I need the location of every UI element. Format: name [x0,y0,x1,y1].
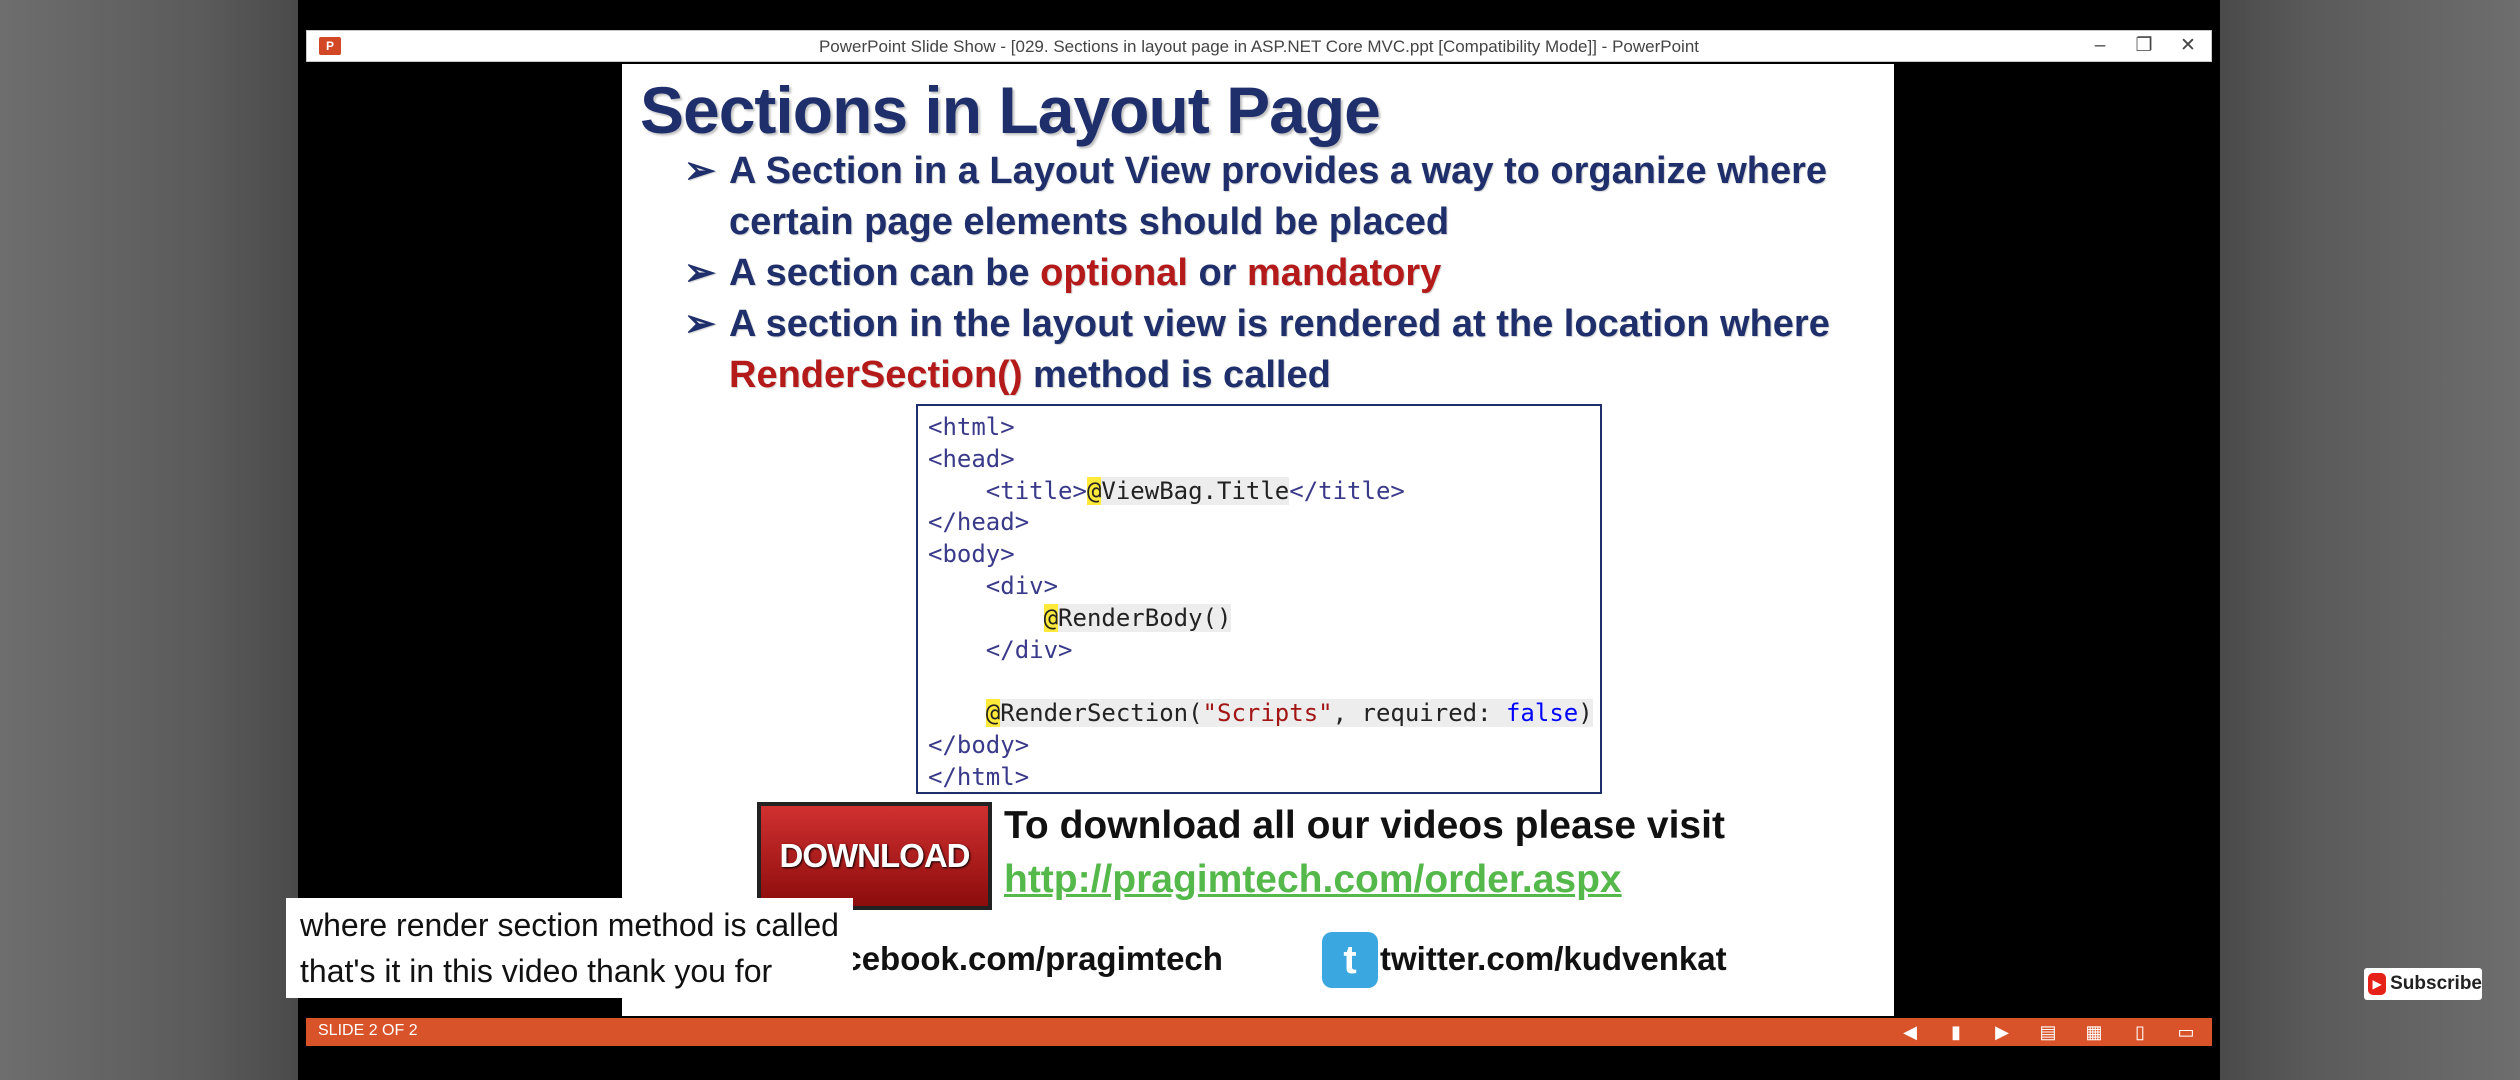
slide-sorter-icon[interactable]: ▮ [1944,1020,1968,1044]
code-token: RenderSection("Scripts", required: false… [1000,699,1593,728]
subscribe-label: Subscribe [2390,973,2482,994]
bullet-2-text: A section can be optional or mandatory [729,248,1864,299]
twitter-icon: t [1322,932,1378,988]
close-button[interactable]: ✕ [2175,33,2201,59]
code-line: <html> [928,413,1015,441]
bullet-1: ➢ A Section in a Layout View provides a … [684,146,1864,248]
facebook-link[interactable]: facebook.com/pragimtech [814,940,1223,978]
bullet-2: ➢ A section can be optional or mandatory [684,248,1864,299]
code-token: <title> [985,476,1087,505]
minimize-button[interactable]: – [2087,33,2113,59]
bullet-1-line-2: certain page elements should be placed [729,201,1450,243]
slide-title: Sections in Layout Page [640,73,1381,147]
bullet-2-pre: A section can be [729,252,1041,294]
twitter-link[interactable]: twitter.com/kudvenkat [1380,940,1727,978]
code-token: , required: [1332,699,1506,728]
code-token: </title> [1289,476,1405,505]
bullet-3-line-1: A section in the layout view is rendered… [729,303,1830,345]
youtube-play-icon: ▶ [2368,973,2387,995]
bullet-arrow-icon: ➢ [684,150,716,192]
code-line: </head> [928,508,1030,537]
left-blur-panel [0,0,298,1080]
code-token: </div> [985,635,1073,664]
code-line: @RenderSection("Scripts", required: fals… [928,698,1593,730]
code-token: @ [985,699,1001,728]
code-token: <div> [985,571,1059,600]
bullet-3: ➢ A section in the layout view is render… [684,299,1864,401]
bullet-2-optional: optional [1040,252,1188,294]
window-titlebar: P PowerPoint Slide Show - [029. Sections… [306,30,2212,62]
right-blur-panel [2220,0,2520,1080]
code-line: </body> [928,730,1030,759]
slide: Sections in Layout Page ➢ A Section in a… [622,64,1894,1016]
code-token: false [1505,699,1579,728]
subscribe-button[interactable]: ▶ Subscribe [2364,968,2482,1000]
code-line: <div> [928,571,1590,603]
subtitle-caption: where render section method is called th… [286,898,853,998]
bullet-1-line-1: A Section in a Layout View provides a wa… [729,150,1828,192]
code-line: <head> [928,444,1015,473]
download-button[interactable]: DOWNLOAD [757,802,992,910]
reading-view-icon[interactable]: ▯ [2128,1020,2152,1044]
code-token: ViewBag.Title [1101,476,1290,505]
prev-icon[interactable]: ◀ [1898,1020,1922,1044]
caption-line-2: that's it in this video thank you for [300,953,773,989]
code-token: @ [1043,603,1059,632]
slideshow-icon[interactable]: ▭ [2174,1020,2198,1044]
code-token: RenderSection( [1000,699,1203,728]
code-line: <body> [928,540,1015,569]
bullet-2-mid: or [1187,252,1248,294]
bullet-3-rendersection: RenderSection() [729,354,1023,396]
slideshow-status-bar: SLIDE 2 OF 2 ◀ ▮ ▶ ▤ ▦ ▯ ▭ [306,1018,2212,1046]
next-icon[interactable]: ▶ [1990,1020,2014,1044]
download-text: To download all our videos please visit [1004,804,1725,847]
bullet-arrow-icon: ➢ [684,252,716,294]
bullet-3-rest: method is called [1022,354,1331,396]
code-line: <title>@ViewBag.Title</title> [928,476,1590,508]
code-token: "Scripts" [1202,699,1333,728]
code-token: ) [1578,699,1593,728]
bullet-3-line-2: RenderSection() method is called [729,350,1864,401]
grid-view-icon[interactable]: ▦ [2082,1020,2106,1044]
bullet-arrow-icon: ➢ [684,303,716,345]
code-line: @RenderBody() [928,603,1590,635]
code-token: @ [1086,476,1102,505]
restore-button[interactable]: ❐ [2131,33,2157,59]
code-line: </div> [928,635,1590,667]
bullet-2-mandatory: mandatory [1247,252,1442,294]
caption-line-1: where render section method is called [300,907,839,943]
window-title: PowerPoint Slide Show - [029. Sections i… [818,37,1700,56]
code-token: RenderBody() [1058,603,1232,632]
order-link[interactable]: http://pragimtech.com/order.aspx [1004,858,1622,902]
normal-view-icon[interactable]: ▤ [2036,1020,2060,1044]
code-line: </html> [928,762,1030,791]
code-sample: <html> <head> <title>@ViewBag.Title</tit… [916,404,1602,794]
slide-count: SLIDE 2 OF 2 [318,1022,418,1039]
